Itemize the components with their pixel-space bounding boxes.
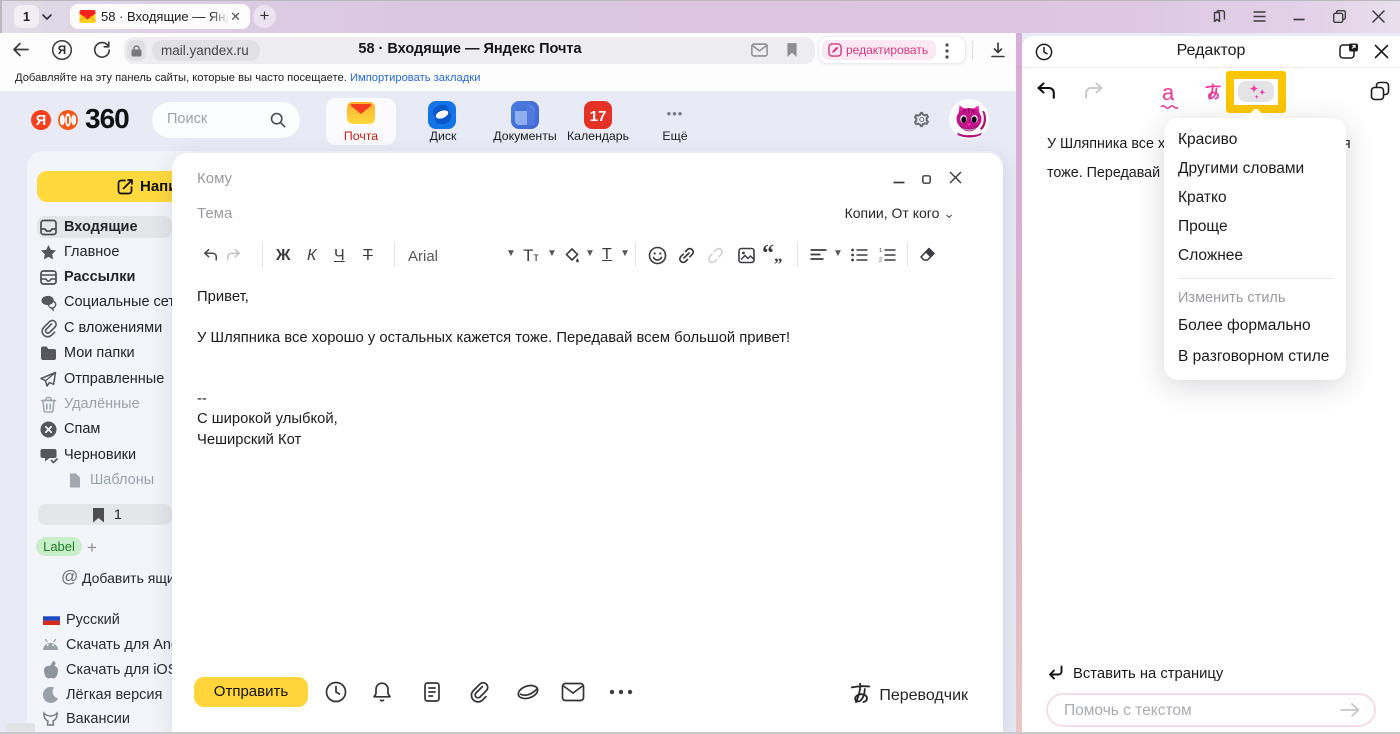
svg-text:1: 1: [879, 248, 882, 254]
svg-text:2: 2: [879, 258, 882, 263]
svg-text:Я: Я: [58, 45, 66, 57]
svg-text:Я: Я: [36, 113, 46, 129]
svg-text:17: 17: [590, 108, 607, 125]
